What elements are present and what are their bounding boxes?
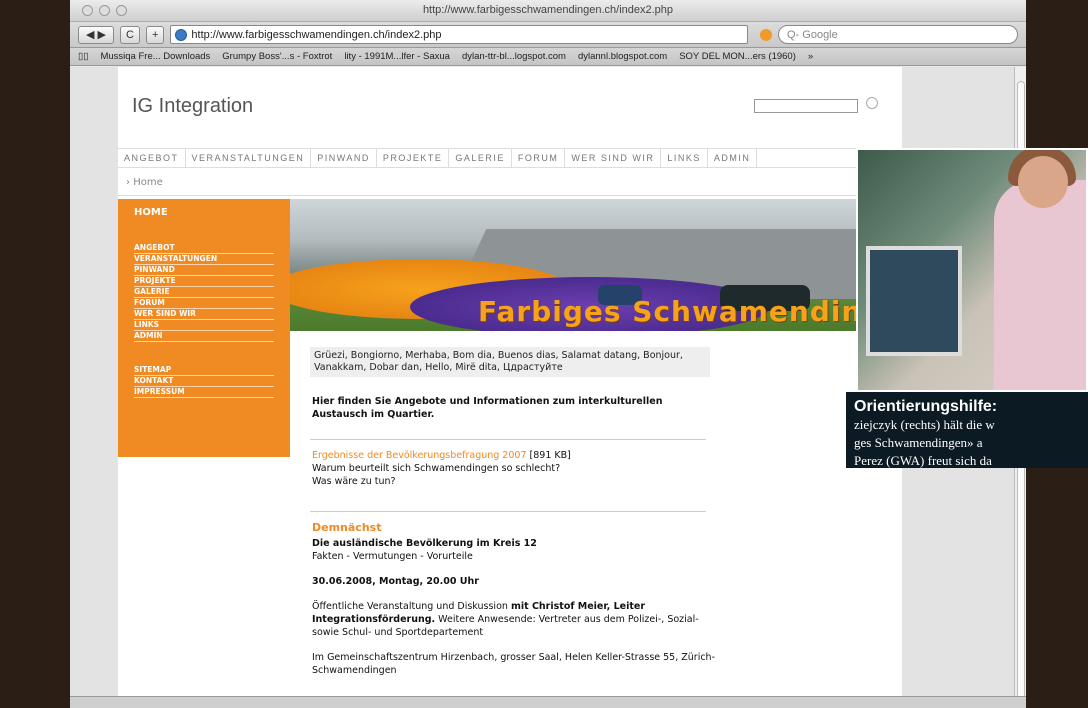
site-globe-icon	[175, 28, 188, 41]
bookmark-item[interactable]: dylannl.blogspot.com	[578, 51, 667, 62]
bookmarks-more-icon[interactable]: »	[808, 51, 813, 62]
photo-person	[994, 180, 1086, 390]
event-description: Öffentliche Veranstaltung und Diskussion	[312, 601, 508, 612]
photo-caption: Orientierungshilfe: ziejczyk (rechts) hä…	[846, 392, 1088, 468]
nav-item-angebot[interactable]: ANGEBOT	[118, 149, 186, 167]
nav-item-projekte[interactable]: PROJEKTE	[377, 149, 450, 167]
section-title: Demnächst	[312, 521, 382, 534]
sidebar-item-forum[interactable]: FORUM	[134, 298, 274, 309]
survey-question: Warum beurteilt sich Schwamendingen so s…	[312, 463, 561, 474]
sidebar-secondary-menu: SITEMAP KONTAKT IMPRESSUM	[134, 365, 274, 398]
sidebar-item-veranstaltungen[interactable]: VERANSTALTUNGEN	[134, 254, 274, 265]
back-forward-buttons[interactable]: ◀ ▶	[78, 25, 114, 44]
title-bar: http://www.farbigesschwamendingen.ch/ind…	[70, 0, 1026, 22]
window-title: http://www.farbigesschwamendingen.ch/ind…	[422, 4, 674, 16]
divider	[310, 511, 706, 512]
caption-line: ziejczyk (rechts) hält die w	[854, 417, 995, 432]
bookmarks-bar: ▯▯ Mussiqa Fre... Downloads Grumpy Boss'…	[70, 48, 1026, 66]
event-title: Die ausländische Bevölkerung im Kreis 12	[312, 538, 537, 549]
nav-item-pinwand[interactable]: PINWAND	[311, 149, 377, 167]
sidebar-item-wer-sind-wir[interactable]: WER SIND WIR	[134, 309, 274, 320]
caption-heading: Orientierungshilfe:	[854, 398, 998, 415]
sidebar-home[interactable]: HOME	[134, 207, 168, 218]
main-navigation: ANGEBOT VERANSTALTUNGEN PINWAND PROJEKTE…	[118, 148, 902, 168]
nav-item-veranstaltungen[interactable]: VERANSTALTUNGEN	[186, 149, 312, 167]
bookmark-item[interactable]: Mussiqa Fre... Downloads	[100, 51, 210, 62]
bookmark-item[interactable]: Grumpy Boss'...s - Foxtrot	[222, 51, 332, 62]
breadcrumb-home[interactable]: Home	[133, 177, 163, 188]
rss-icon[interactable]	[760, 28, 772, 41]
bookmarks-book-icon[interactable]: ▯▯	[78, 51, 88, 62]
survey-file-size: [891 KB]	[529, 450, 571, 461]
event-block: Die ausländische Bevölkerung im Kreis 12…	[312, 537, 722, 689]
nav-item-galerie[interactable]: GALERIE	[449, 149, 512, 167]
search-icon[interactable]	[866, 97, 878, 109]
browser-toolbar: ◀ ▶ C + http://www.farbigesschwamendinge…	[70, 22, 1026, 48]
sidebar-item-sitemap[interactable]: SITEMAP	[134, 365, 274, 376]
event-subtitle: Fakten - Vermutungen - Vorurteile	[312, 551, 473, 562]
sidebar-item-kontakt[interactable]: KONTAKT	[134, 376, 274, 387]
bookmark-item[interactable]: SOY DEL MON...ers (1960)	[679, 51, 796, 62]
photo-face	[1018, 156, 1068, 208]
sidebar-item-pinwand[interactable]: PINWAND	[134, 265, 274, 276]
nav-item-links[interactable]: LINKS	[661, 149, 708, 167]
sidebar-item-admin[interactable]: ADMIN	[134, 331, 274, 342]
breadcrumb: › Home	[126, 177, 163, 188]
add-bookmark-button[interactable]: +	[145, 25, 165, 44]
intro-text: Hier finden Sie Angebote und Information…	[312, 396, 663, 420]
forward-arrow-icon[interactable]: ▶	[98, 28, 106, 41]
sidebar-item-projekte[interactable]: PROJEKTE	[134, 276, 274, 287]
reload-button[interactable]: C	[120, 25, 140, 44]
greeting-box: Grüezi, Bongiorno, Merhaba, Bom dia, Bue…	[310, 347, 710, 377]
event-date: 30.06.2008, Montag, 20.00 Uhr	[312, 576, 479, 587]
caption-line: ges Schwamendingen» a	[854, 435, 983, 450]
sidebar-item-links[interactable]: LINKS	[134, 320, 274, 331]
address-bar[interactable]: http://www.farbigesschwamendingen.ch/ind…	[170, 25, 748, 44]
address-text[interactable]: http://www.farbigesschwamendingen.ch/ind…	[191, 29, 441, 41]
web-page: IG Integration ANGEBOT VERANSTALTUNGEN P…	[118, 67, 902, 708]
divider	[310, 439, 706, 440]
site-logo[interactable]: IG Integration	[132, 95, 253, 118]
sidebar-item-galerie[interactable]: GALERIE	[134, 287, 274, 298]
newspaper-photo-overlay: Orientierungshilfe: ziejczyk (rechts) hä…	[800, 148, 1088, 468]
sidebar-item-impressum[interactable]: IMPRESSUM	[134, 387, 274, 398]
bookmark-item[interactable]: lity - 1991M...lfer - Saxua	[344, 51, 450, 62]
caption-line: Perez (GWA) freut sich da	[854, 453, 992, 468]
survey-block: Ergebnisse der Bevölkerungsbefragung 200…	[312, 449, 712, 488]
nav-item-wer-sind-wir[interactable]: WER SIND WIR	[565, 149, 662, 167]
google-search-input[interactable]: Q- Google	[778, 25, 1018, 44]
photo-person-at-computer	[856, 148, 1088, 392]
sidebar-menu: ANGEBOT VERANSTALTUNGEN PINWAND PROJEKTE…	[134, 243, 274, 342]
bookmark-item[interactable]: dylan-ttr-bl...logspot.com	[462, 51, 566, 62]
sidebar-item-angebot[interactable]: ANGEBOT	[134, 243, 274, 254]
nav-item-forum[interactable]: FORUM	[512, 149, 566, 167]
photo-monitor	[866, 246, 962, 356]
breadcrumb-arrow-icon: ›	[126, 177, 130, 188]
site-search-input[interactable]	[754, 99, 858, 113]
status-bar	[70, 696, 1026, 708]
monitor-bezel-left	[0, 0, 70, 708]
survey-question: Was wäre zu tun?	[312, 476, 396, 487]
event-location: Im Gemeinschaftszentrum Hirzenbach, gros…	[312, 652, 716, 676]
nav-item-admin[interactable]: ADMIN	[708, 149, 758, 167]
sidebar: HOME ANGEBOT VERANSTALTUNGEN PINWAND PRO…	[118, 199, 290, 457]
survey-link[interactable]: Ergebnisse der Bevölkerungsbefragung 200…	[312, 450, 527, 461]
divider	[118, 195, 902, 196]
back-arrow-icon[interactable]: ◀	[86, 28, 94, 41]
